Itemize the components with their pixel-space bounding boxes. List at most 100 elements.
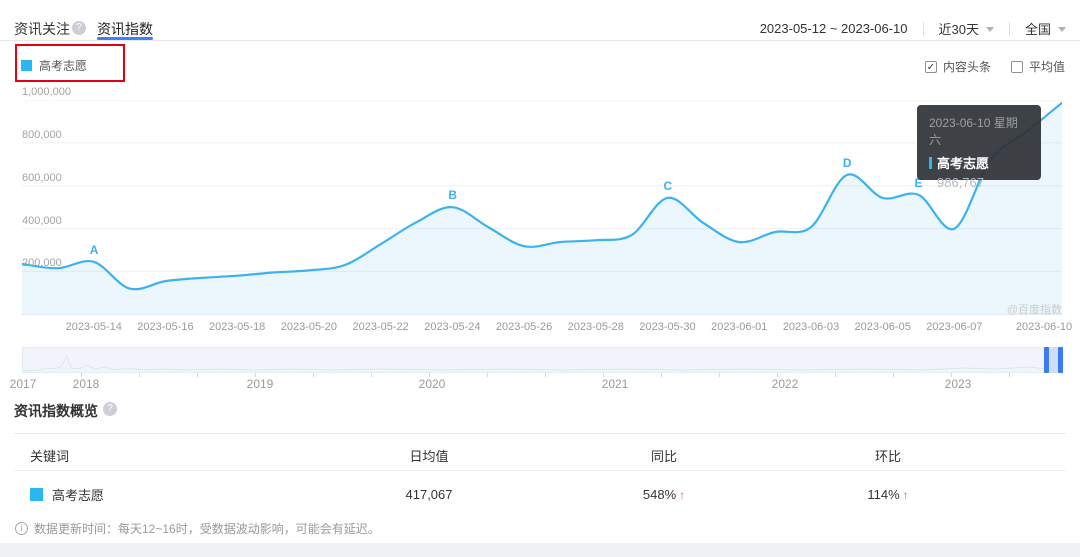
up-arrow-icon: ↑ [903,488,909,502]
y-axis-label: 400,000 [22,215,62,227]
column-header-avg: 日均值 [344,446,514,465]
checkbox-平均值[interactable]: 平均值 [1011,58,1065,75]
x-axis-label: 2023-06-07 [926,321,982,333]
timeline-tick [835,373,836,377]
timeline-handle-left[interactable] [1044,347,1049,373]
baidu-index-page: 资讯关注 ? 资讯指数 2023-05-12 ~ 2023-06-10 近30天… [0,0,1080,557]
tab-news-index[interactable]: 资讯指数 [97,19,153,39]
timeline-tick [313,373,314,377]
point-label-D: D [843,156,852,170]
timeline-year-label: 2023 [945,377,972,391]
timeline-tick [197,373,198,377]
table-divider [14,433,1066,434]
overview-title: 资讯指数概览 [14,401,98,421]
bottom-strip [0,543,1080,557]
x-axis-label: 2023-05-16 [137,321,193,333]
avg-cell: 417,067 [344,487,514,502]
x-axis-label: 2023-06-10 [1016,321,1072,333]
yoy-value: 548% [643,487,676,502]
x-axis-label: 2023-06-01 [711,321,767,333]
point-label-C: C [664,179,673,193]
timeline-year-label: 2021 [602,377,629,391]
chart-options: ✓ 内容头条 平均值 [925,58,1065,75]
x-axis-label: 2023-05-20 [281,321,337,333]
timeline-tick [1009,373,1010,377]
region-filter-value: 全国 [1025,19,1051,38]
region-filter-dropdown[interactable]: 全国 [1025,19,1066,38]
column-header-mom: 环比 [814,446,1066,465]
tooltip-series-bar [929,157,932,169]
keyword-label[interactable]: 高考志愿 [52,485,104,504]
table-row: 高考志愿 417,067 548%↑ 114%↑ [14,479,1066,509]
x-axis-label: 2023-05-24 [424,321,480,333]
separator [923,22,924,36]
unchecked-checkbox-icon[interactable] [1011,61,1023,73]
watermark: @百度指数 [1007,301,1062,317]
timeline-tick [719,373,720,377]
x-axis-label: 2023-05-22 [352,321,408,333]
area-fill [22,103,1062,315]
date-range-label: 2023-05-12 ~ 2023-06-10 [760,21,908,36]
x-axis-label: 2023-05-30 [639,321,695,333]
timeline-year-label: 2017 [10,377,37,391]
time-filter-value: 近30天 [939,19,979,38]
chart-canvas[interactable] [22,100,1062,315]
timeline-handle-right[interactable] [1058,347,1063,373]
timeline-slider[interactable] [22,347,1062,373]
y-axis-label: 800,000 [22,129,62,141]
time-filter-dropdown[interactable]: 近30天 [939,19,994,38]
footnote: i 数据更新时间：每天12~16时，受数据波动影响，可能会有延迟。 [15,520,380,537]
timeline-tick [661,373,662,377]
tooltip: 2023-06-10 星期六 高考志愿 986,767 [917,105,1041,180]
x-axis-label: 2023-06-05 [855,321,911,333]
checkbox-label: 内容头条 [943,58,991,75]
timeline-tick [371,373,372,377]
point-label-B: B [448,188,457,202]
y-axis-label: 600,000 [22,172,62,184]
timeline-year-label: 2018 [73,377,100,391]
x-axis-label: 2023-05-26 [496,321,552,333]
table-divider [14,470,1066,471]
help-icon[interactable]: ? [72,21,86,35]
tooltip-series-name: 高考志愿 [937,153,989,172]
timeline-tick [545,373,546,377]
timeline-tick [487,373,488,377]
caret-down-icon [986,27,994,32]
timeline-tick [139,373,140,377]
caret-down-icon [1058,27,1066,32]
x-axis-label: 2023-06-03 [783,321,839,333]
x-axis-label: 2023-05-14 [66,321,122,333]
column-header-keyword: 关键词 [14,446,344,465]
timeline-mini-chart [23,348,1063,374]
yoy-cell: 548%↑ [514,487,814,502]
mom-value: 114% [867,487,899,502]
y-axis-label: 1,000,000 [22,86,71,98]
timeline-year-label: 2020 [419,377,446,391]
filter-controls: 2023-05-12 ~ 2023-06-10 近30天 全国 [760,19,1066,38]
x-axis-label: 2023-05-18 [209,321,265,333]
tooltip-date: 2023-06-10 星期六 [929,114,1029,148]
timeline-tick [893,373,894,377]
timeline-year-label: 2022 [772,377,799,391]
x-axis-label: 2023-05-28 [568,321,624,333]
point-label-A: A [90,243,99,257]
table-header-row: 关键词 日均值 同比 环比 [14,443,1066,467]
tab-news-follow[interactable]: 资讯关注 [14,19,70,39]
timeline-year-label: 2019 [247,377,274,391]
separator [1009,22,1010,36]
up-arrow-icon: ↑ [679,488,685,502]
info-icon: i [15,522,28,535]
column-header-yoy: 同比 [514,446,814,465]
checkbox-内容头条[interactable]: ✓ 内容头条 [925,58,991,75]
footnote-text: 数据更新时间：每天12~16时，受数据波动影响，可能会有延迟。 [34,520,380,537]
tooltip-value: 986,767 [929,175,1029,190]
keyword-swatch [30,488,43,501]
annotation-red-box [15,44,125,82]
header-divider [0,40,1080,41]
mom-cell: 114% ↑ [814,487,1066,502]
y-axis-label: 200,000 [22,257,62,269]
help-icon[interactable]: ? [103,402,117,416]
checkbox-label: 平均值 [1029,58,1065,75]
checked-checkbox-icon[interactable]: ✓ [925,61,937,73]
keyword-cell: 高考志愿 [14,485,344,504]
